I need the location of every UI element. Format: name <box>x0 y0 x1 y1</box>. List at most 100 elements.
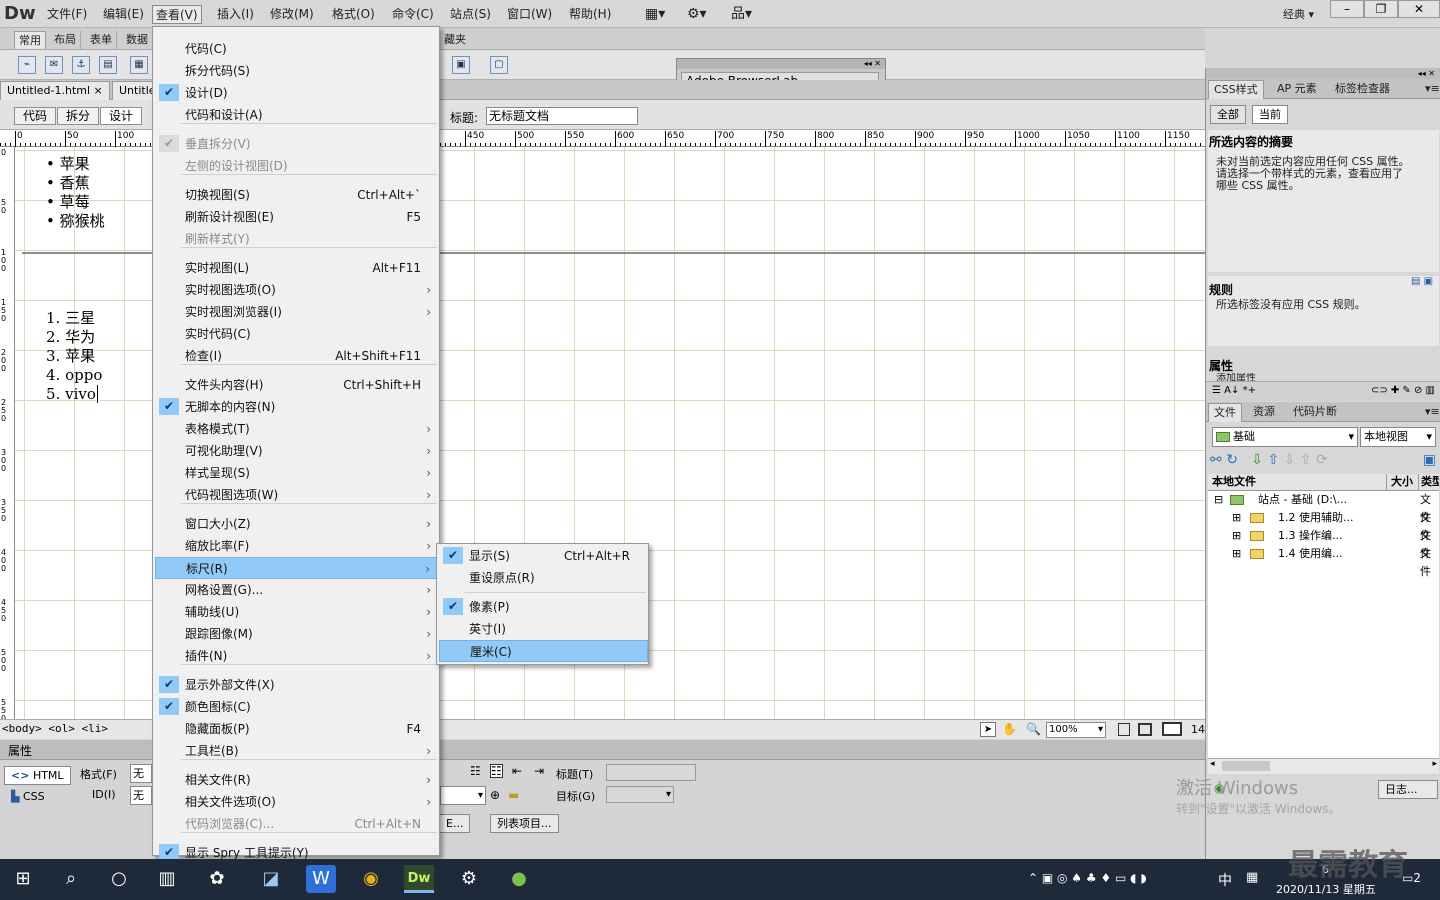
view-menu-item[interactable]: 插件(N) › <box>155 645 439 667</box>
ruler-menu-item[interactable]: 英寸(I) <box>439 618 648 640</box>
refresh-icon[interactable]: ↻ <box>1226 452 1238 468</box>
files-scrollbar[interactable]: ◂ ▸ <box>1208 758 1439 774</box>
expand-icon[interactable]: ⊞ <box>1232 527 1241 545</box>
unordered-list-icon[interactable]: ☷ <box>470 764 481 778</box>
tree-row[interactable]: ⊟ 站点 - 基础 (D:\... 文件 <box>1206 491 1440 524</box>
menu-modify[interactable]: 修改(M) <box>267 5 317 24</box>
menu-edit[interactable]: 编辑(E) <box>100 5 147 24</box>
list-item[interactable]: 5. vivo​ <box>46 385 102 404</box>
connect-icon[interactable]: ⚯ <box>1210 452 1222 468</box>
cascade-icon[interactable]: ▤ ▣ <box>1411 276 1433 287</box>
hr-icon[interactable]: ▤ <box>99 56 117 74</box>
panel-grip[interactable]: ◂◂ ✕ <box>677 59 885 69</box>
view-menu-item[interactable]: 可视化助理(V) › <box>155 440 439 462</box>
checkout-icon[interactable]: ⇩ <box>1284 452 1296 468</box>
site-select[interactable]: 基础 ▾ <box>1212 427 1358 447</box>
view-menu-item[interactable]: 工具栏(B) › <box>155 740 439 762</box>
cortana-icon[interactable]: ○ <box>104 865 134 893</box>
view-menu-item[interactable]: 窗口大小(Z) › <box>155 513 439 535</box>
scroll-left-icon[interactable]: ◂ <box>1210 759 1215 769</box>
keyboard-icon[interactable]: ▦ <box>1246 870 1258 885</box>
get-icon[interactable]: ⇩ <box>1251 452 1263 468</box>
view-menu-item[interactable]: 实时视图选项(O) › <box>155 279 439 301</box>
panel-menu-icon[interactable]: ▾≡ <box>1420 403 1440 422</box>
view-menu-item[interactable]: 代码视图选项(W) › <box>155 484 439 506</box>
collapse-icon[interactable]: ⊟ <box>1214 491 1223 509</box>
gear-icon[interactable]: ⚙▾ <box>684 5 710 24</box>
tag-selector[interactable]: <body> <ol> <li> <box>2 722 108 735</box>
ruler-menu-item[interactable]: ✔ 像素(P) <box>439 596 648 618</box>
tab-ap-elements[interactable]: AP 元素 <box>1272 80 1322 99</box>
view-menu-item[interactable]: 网格设置(G)... › <box>155 579 439 601</box>
layout-icon[interactable]: ▦▾ <box>642 5 668 24</box>
window-size-icon[interactable] <box>1138 723 1152 736</box>
ruler-menu-item[interactable]: 重设原点(R) <box>439 567 648 589</box>
settings-icon[interactable]: ⚙ <box>454 865 484 893</box>
view-menu-item[interactable]: 样式呈现(S) › <box>155 462 439 484</box>
list-item[interactable]: • 香蕉 <box>46 174 105 193</box>
tab-tag-inspector[interactable]: 标签检查器 <box>1330 80 1395 99</box>
expand-icon[interactable]: ▣ <box>1423 450 1436 470</box>
indent-icon[interactable]: ⇥ <box>534 764 544 778</box>
view-menu-item[interactable]: ✔ 垂直拆分(V) <box>155 133 439 155</box>
split-view-button[interactable]: 拆分 <box>57 107 100 125</box>
view-menu-item[interactable]: ✔ 无脚本的内容(N) <box>155 396 439 418</box>
point-to-file-icon[interactable]: ⊕ <box>490 788 500 802</box>
tab-css-styles[interactable]: CSS样式 <box>1208 80 1264 99</box>
set-properties-icon[interactable]: *+ <box>1243 385 1256 396</box>
monitor-icon[interactable] <box>1162 722 1182 736</box>
list-item[interactable]: 4. oppo <box>46 366 102 385</box>
view-menu-item[interactable]: 标尺(R) › <box>155 557 439 579</box>
menu-format[interactable]: 格式(O) <box>329 5 378 24</box>
anchor-icon[interactable]: ⚓ <box>72 56 90 74</box>
ruler-menu-item[interactable]: ✔ 显示(S) Ctrl+Alt+R <box>439 545 648 567</box>
put-icon[interactable]: ⇧ <box>1267 452 1279 468</box>
zoom-select[interactable]: 100% ▾ <box>1046 722 1106 738</box>
view-select[interactable]: 本地视图 ▾ <box>1360 427 1436 447</box>
view-menu-item[interactable]: 文件头内容(H) Ctrl+Shift+H <box>155 374 439 396</box>
hand-tool-icon[interactable]: ✋ <box>1002 722 1017 736</box>
panel-menu-icon[interactable]: ▾≡ <box>1420 80 1440 99</box>
tab-data[interactable]: 数据 <box>122 31 153 49</box>
col-local-files[interactable]: 本地文件 <box>1212 474 1256 490</box>
tab-forms[interactable]: 表单 <box>86 31 117 49</box>
page-properties-button[interactable]: E... <box>440 814 471 833</box>
sort-az-icon[interactable]: A↓ <box>1224 385 1239 396</box>
category-view-icon[interactable]: ☰ <box>1212 385 1221 396</box>
doc-tab-untitled-1[interactable]: Untitled-1.html × <box>0 81 110 100</box>
list-item[interactable]: 3. 苹果 <box>46 347 102 366</box>
log-button[interactable]: 日志... <box>1378 780 1438 799</box>
view-menu-item[interactable]: 刷新设计视图(E) F5 <box>155 206 439 228</box>
view-menu-item[interactable]: 拆分代码(S) <box>155 60 439 82</box>
select-tool-icon[interactable]: ➤ <box>980 722 996 737</box>
view-menu-item[interactable]: 相关文件(R) › <box>155 769 439 791</box>
code-view-button[interactable]: 代码 <box>14 107 57 125</box>
close-button[interactable]: ✕ <box>1398 0 1440 18</box>
hyperlink-icon[interactable]: ⌁ <box>18 56 36 74</box>
view-menu-item[interactable]: ✔ 设计(D) <box>155 82 439 104</box>
notes-app-icon[interactable]: ◪ <box>256 865 286 893</box>
minimize-button[interactable]: – <box>1330 0 1364 18</box>
col-type[interactable]: 类型 <box>1418 474 1439 490</box>
view-menu-item[interactable]: 代码浏览器(C)... Ctrl+Alt+N <box>155 813 439 835</box>
view-menu-item[interactable]: 代码和设计(A) <box>155 104 439 126</box>
wps-icon[interactable]: W <box>306 865 336 893</box>
tree-row[interactable]: ⊞ 1.2 使用辅助... 文件 <box>1206 509 1440 542</box>
search-icon[interactable]: ⌕ <box>56 865 86 893</box>
menu-file[interactable]: 文件(F) <box>44 5 90 24</box>
design-view-button[interactable]: 设计 <box>100 107 143 125</box>
id-select[interactable]: 无 <box>130 786 152 805</box>
view-menu-item[interactable]: 左侧的设计视图(D) <box>155 155 439 177</box>
list-item[interactable]: • 草莓 <box>46 193 105 212</box>
view-menu-item[interactable]: 切换视图(S) Ctrl+Alt+` <box>155 184 439 206</box>
view-menu-item[interactable]: 实时视图浏览器(I) › <box>155 301 439 323</box>
view-menu-item[interactable]: 跟踪图像(M) › <box>155 623 439 645</box>
menu-view[interactable]: 查看(V) <box>152 5 202 24</box>
tab-layout[interactable]: 布局 <box>50 31 81 49</box>
menu-window[interactable]: 窗口(W) <box>504 5 555 24</box>
view-menu-item[interactable]: 表格模式(T) › <box>155 418 439 440</box>
view-menu-item[interactable]: 代码(C) <box>155 38 439 60</box>
task-view-icon[interactable]: ▥ <box>152 865 182 893</box>
expand-icon[interactable]: ⊞ <box>1232 509 1241 527</box>
email-link-icon[interactable]: ✉ <box>45 56 63 74</box>
